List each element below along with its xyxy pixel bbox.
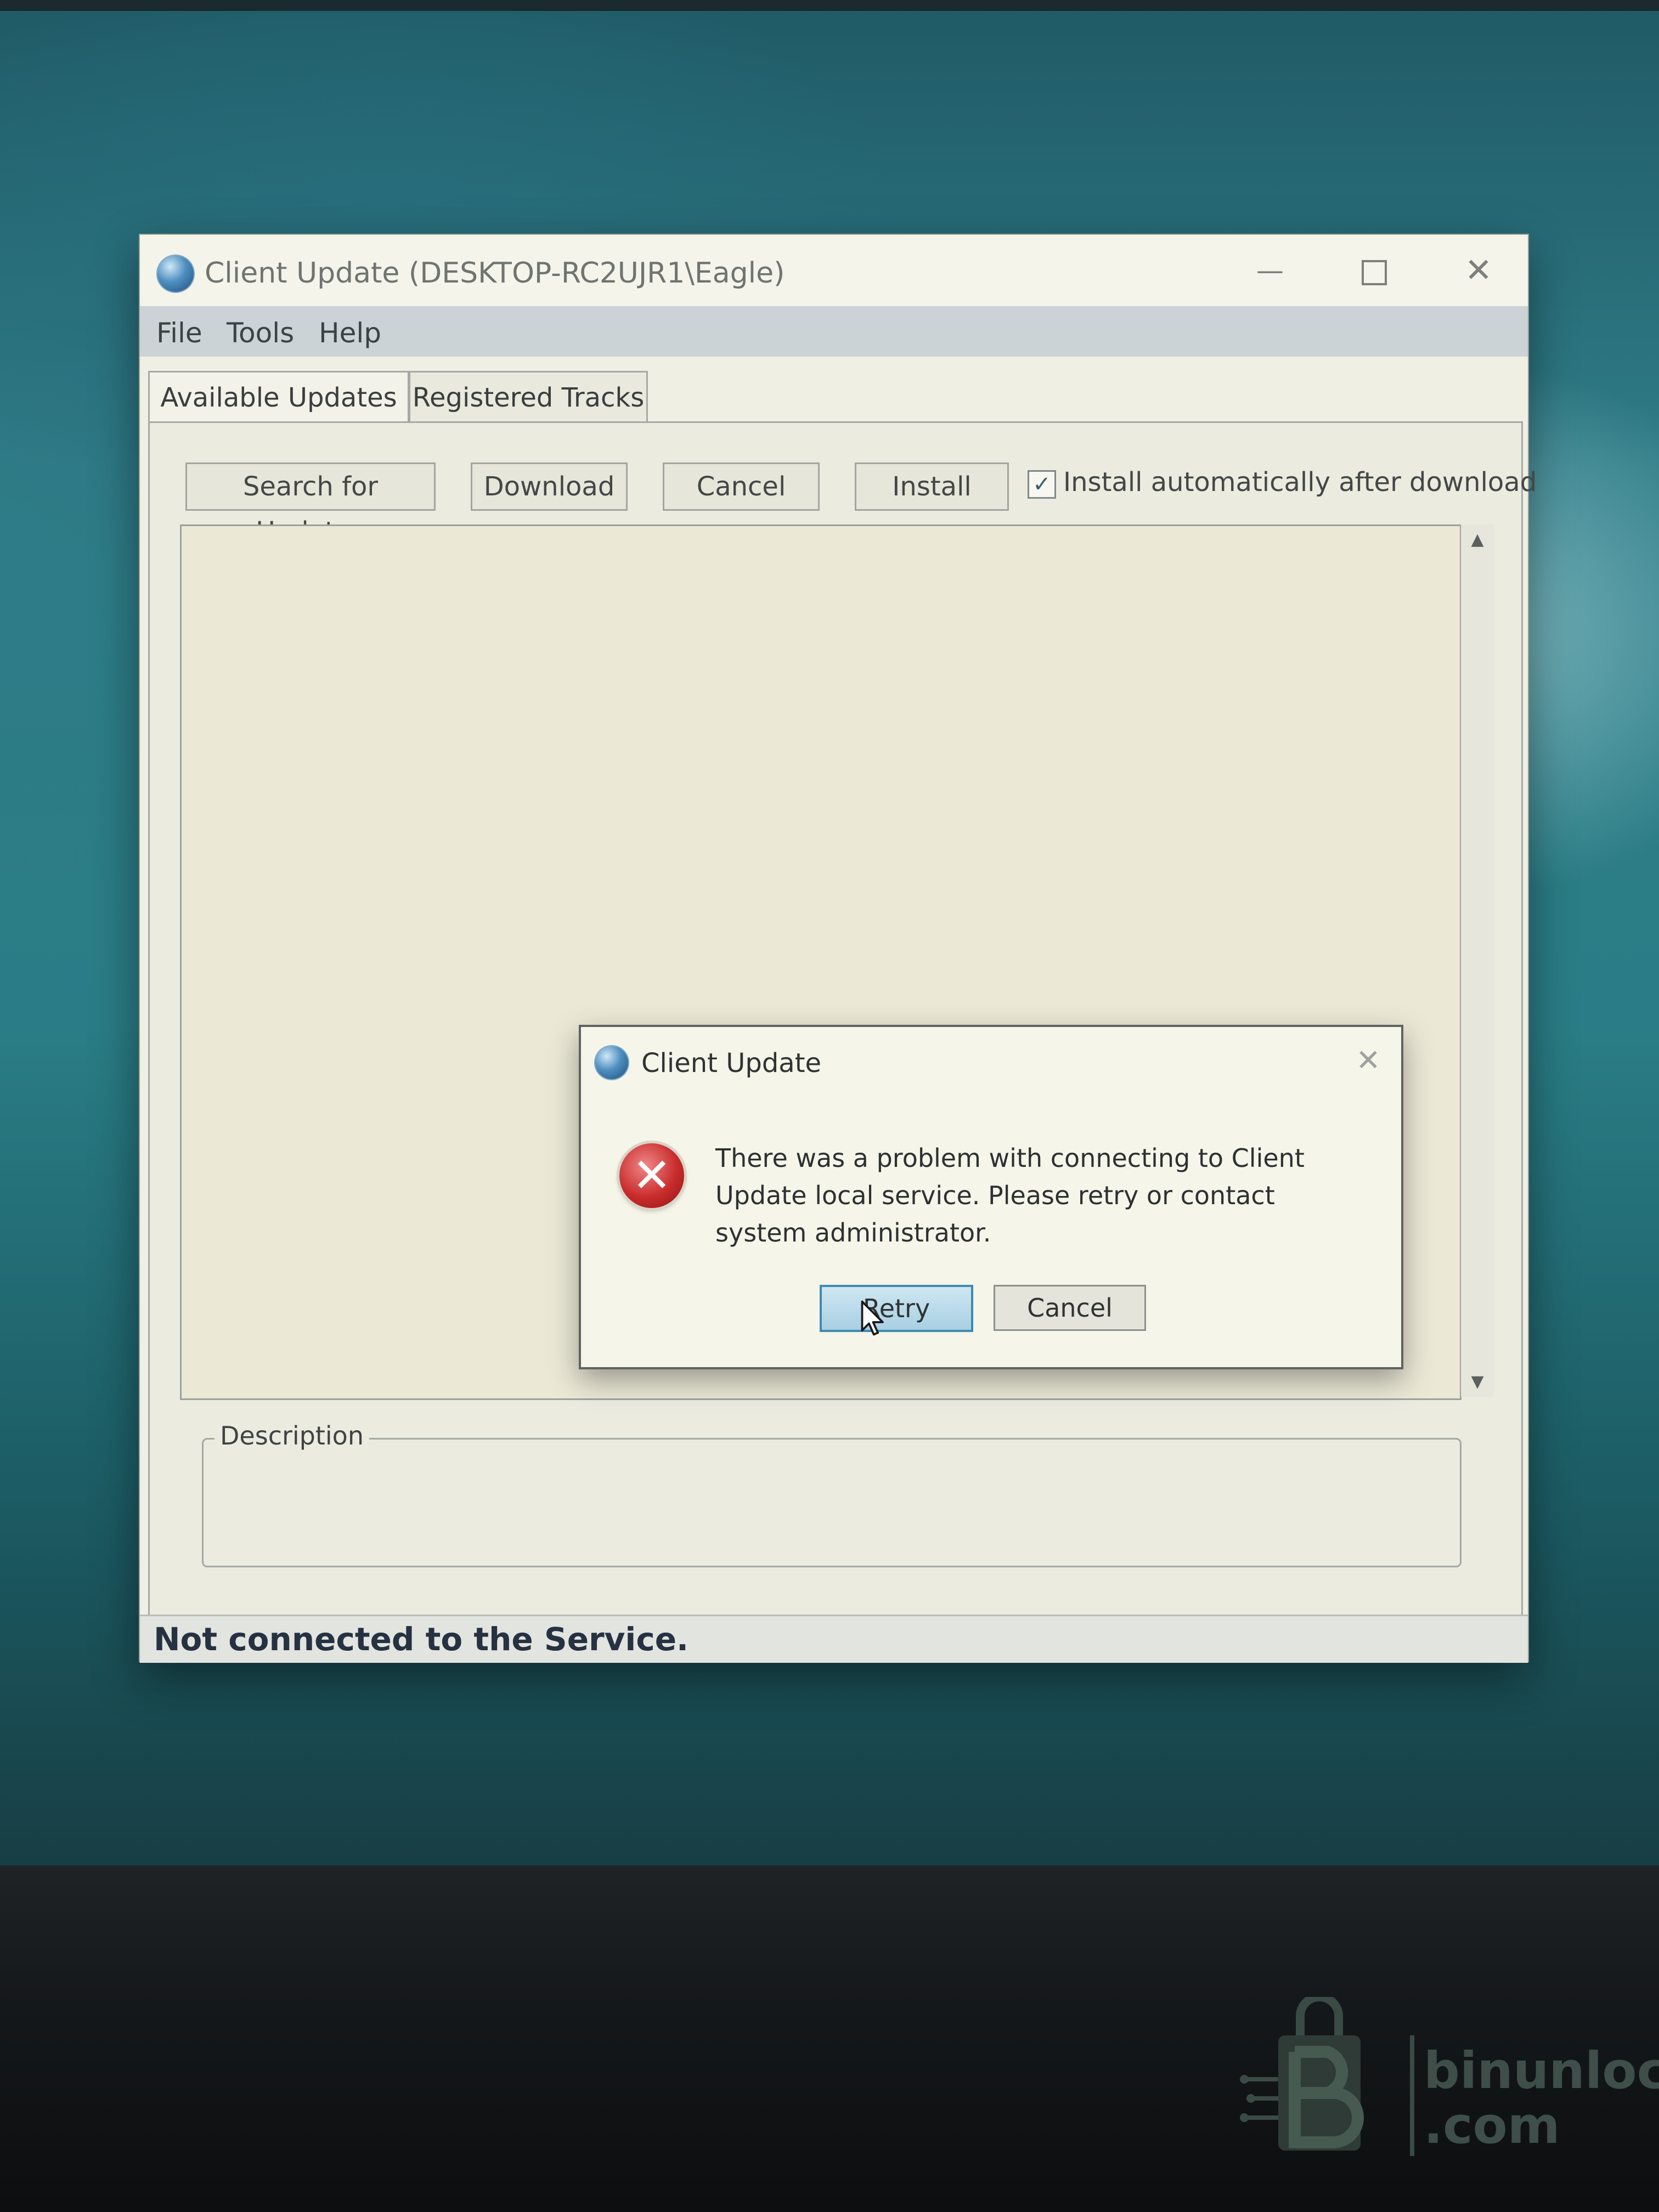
dialog-close-button[interactable]: ✕	[1349, 1041, 1387, 1080]
watermark: binunlock .com	[1240, 1986, 1659, 2167]
window-title: Client Update (DESKTOP-RC2UJR1\Eagle)	[205, 257, 785, 290]
scroll-up-arrow-icon[interactable]: ▲	[1461, 530, 1494, 549]
watermark-line2: .com	[1424, 2096, 1560, 2155]
dialog-titlebar[interactable]: Client Update ✕	[581, 1027, 1401, 1087]
minimize-button[interactable]: —	[1243, 251, 1297, 290]
binunlock-logo-icon	[1240, 1997, 1364, 2151]
description-label: Description	[215, 1421, 369, 1451]
status-bar: Not connected to the Service.	[140, 1615, 1528, 1663]
menu-bar: File Tools Help	[140, 306, 1528, 357]
mouse-cursor-icon	[861, 1300, 884, 1336]
download-button[interactable]: Download	[471, 462, 628, 511]
retry-button[interactable]: Retry	[820, 1285, 973, 1332]
client-update-window: Client Update (DESKTOP-RC2UJR1\Eagle) — …	[140, 235, 1537, 1663]
tab-registered-tracks[interactable]: Registered Tracks	[409, 371, 648, 423]
dialog-cancel-button[interactable]: Cancel	[994, 1285, 1146, 1331]
close-button[interactable]: ✕	[1451, 251, 1506, 290]
watermark-line1: binunlock	[1424, 2041, 1659, 2100]
dialog-message: There was a problem with connecting to C…	[715, 1143, 1305, 1248]
dialog-title: Client Update	[641, 1048, 822, 1079]
watermark-divider	[1410, 2035, 1414, 2156]
auto-install-checkbox[interactable]: ✓	[1028, 470, 1056, 499]
app-globe-icon	[157, 256, 194, 292]
menu-tools[interactable]: Tools	[227, 317, 294, 349]
menu-file[interactable]: File	[156, 317, 202, 349]
scroll-down-arrow-icon[interactable]: ▼	[1461, 1372, 1494, 1391]
vertical-scrollbar[interactable]: ▲ ▼	[1461, 524, 1494, 1397]
watermark-text: binunlock .com	[1424, 2044, 1659, 2153]
error-icon: ✕	[619, 1143, 684, 1208]
menu-help[interactable]: Help	[319, 317, 381, 349]
auto-install-label[interactable]: Install automatically after download	[1063, 467, 1537, 498]
tab-available-updates[interactable]: Available Updates	[148, 371, 409, 423]
install-button[interactable]: Install	[855, 462, 1009, 511]
maximize-button[interactable]	[1347, 251, 1402, 290]
connection-status-text: Not connected to the Service.	[154, 1621, 689, 1658]
error-dialog: Client Update ✕ ✕ There was a problem wi…	[579, 1025, 1403, 1369]
maximize-icon	[1362, 259, 1387, 285]
dialog-globe-icon	[595, 1046, 628, 1079]
window-titlebar[interactable]: Client Update (DESKTOP-RC2UJR1\Eagle) — …	[140, 235, 1528, 306]
cancel-button[interactable]: Cancel	[663, 462, 820, 511]
description-group: Description	[202, 1421, 1462, 1567]
screen-top-edge	[0, 0, 1659, 11]
search-for-updates-button[interactable]: Search for Updates	[185, 462, 436, 547]
